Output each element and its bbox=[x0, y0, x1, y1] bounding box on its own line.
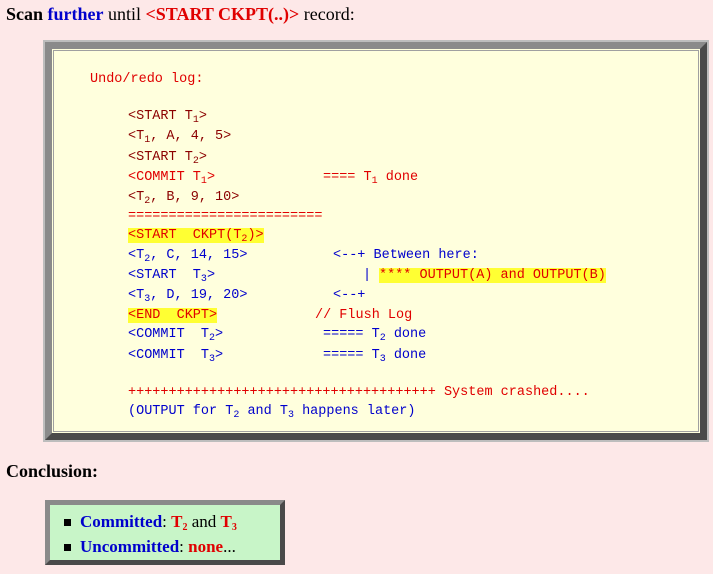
log-t2-c: <T2, C, 14, 15> bbox=[128, 248, 248, 265]
heading-record: record: bbox=[299, 4, 355, 24]
log-between-note: <--+ Between here: bbox=[333, 248, 479, 263]
heading-scan: Scan bbox=[6, 4, 44, 24]
bullet-icon bbox=[64, 544, 71, 551]
log-output-later: (OUTPUT for T2 and T3 happens later) bbox=[128, 404, 416, 421]
conclusion-title: Conclusion: bbox=[6, 461, 99, 481]
heading-further: further bbox=[47, 4, 104, 24]
log-system-crashed: ++++++++++++++++++++++++++++++++++++++ S… bbox=[128, 385, 590, 400]
conclusion-box: Committed: T2 and T3 Uncommitted: none..… bbox=[45, 500, 285, 565]
log-start-t1: <START T1> bbox=[128, 109, 207, 126]
conclusion-committed-item: Committed: T2 and T3 bbox=[64, 512, 237, 533]
heading-record-tag: <START CKPT(..)> bbox=[145, 4, 300, 24]
log-t3-d: <T3, D, 19, 20> bbox=[128, 288, 248, 305]
log-start-ckpt: <START CKPT(T2)> bbox=[128, 228, 264, 245]
committed-label: Committed bbox=[80, 512, 163, 531]
log-between-bar: | bbox=[363, 268, 372, 283]
log-commit-t3: <COMMIT T3> bbox=[128, 348, 224, 365]
log-title: Undo/redo log: bbox=[90, 72, 204, 87]
section-heading: Scan further until <START CKPT(..)> reco… bbox=[6, 4, 355, 25]
log-t1-done-note: ==== T1 done bbox=[323, 170, 419, 187]
log-t2-done-note: ===== T2 done bbox=[323, 327, 427, 344]
uncommitted-label: Uncommitted bbox=[80, 537, 180, 556]
log-between-end: <--+ bbox=[333, 288, 366, 303]
committed-t2: T2 bbox=[171, 512, 188, 533]
log-flush-note: // Flush Log bbox=[315, 308, 413, 323]
log-end-ckpt: <END CKPT> bbox=[128, 308, 218, 323]
log-t1-a: <T1, A, 4, 5> bbox=[128, 129, 232, 146]
log-start-t3: <START T3> bbox=[128, 268, 216, 285]
committed-t3: T3 bbox=[220, 512, 237, 533]
bullet-icon bbox=[64, 519, 71, 526]
log-commit-t2: <COMMIT T2> bbox=[128, 327, 224, 344]
log-output-note: **** OUTPUT(A) and OUTPUT(B) bbox=[379, 268, 606, 283]
conclusion-uncommitted-item: Uncommitted: none... bbox=[64, 537, 236, 557]
log-start-t2: <START T2> bbox=[128, 150, 207, 167]
log-t2-b: <T2, B, 9, 10> bbox=[128, 190, 240, 207]
log-commit-t1: <COMMIT T1> bbox=[128, 170, 216, 187]
undo-redo-log-box: Undo/redo log: <START T1> <T1, A, 4, 5> … bbox=[43, 40, 709, 442]
log-separator: ======================== bbox=[128, 209, 323, 224]
uncommitted-none: none bbox=[188, 537, 224, 556]
log-t3-done-note: ===== T3 done bbox=[323, 348, 427, 365]
heading-until: until bbox=[103, 4, 146, 24]
